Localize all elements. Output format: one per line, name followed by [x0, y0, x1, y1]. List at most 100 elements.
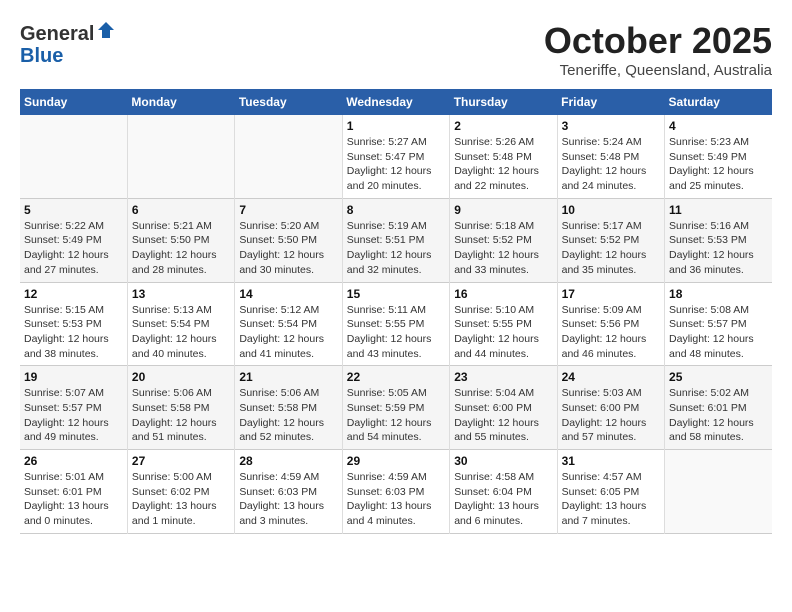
day-info: Sunrise: 5:18 AM Sunset: 5:52 PM Dayligh…: [454, 219, 552, 278]
calendar-cell: [665, 450, 772, 534]
calendar-cell: 25Sunrise: 5:02 AM Sunset: 6:01 PM Dayli…: [665, 366, 772, 450]
day-number: 1: [347, 119, 445, 133]
day-info: Sunrise: 5:19 AM Sunset: 5:51 PM Dayligh…: [347, 219, 445, 278]
day-info: Sunrise: 5:06 AM Sunset: 5:58 PM Dayligh…: [239, 386, 337, 445]
day-number: 4: [669, 119, 768, 133]
calendar-week-5: 26 Sunrise: 5:01 AM Sunset: 6:01 PM Dayli…: [20, 450, 772, 534]
logo-blue: Blue: [20, 45, 63, 67]
calendar-cell: [20, 115, 127, 198]
day-info: Sunrise: 5:24 AM Sunset: 5:48 PM Dayligh…: [562, 135, 660, 194]
calendar-cell: 30 Sunrise: 4:58 AM Sunset: 6:04 PM Dayli…: [450, 450, 557, 534]
calendar-cell: 4 Sunrise: 5:23 AM Sunset: 5:49 PM Daylig…: [665, 115, 772, 198]
weekday-thursday: Thursday: [450, 89, 557, 115]
calendar-cell: 14 Sunrise: 5:12 AM Sunset: 5:54 PM Dayli…: [235, 282, 342, 366]
day-info: Sunrise: 5:15 AM Sunset: 5:53 PM Dayligh…: [24, 303, 123, 362]
day-info: Sunrise: 5:22 AM Sunset: 5:49 PM Dayligh…: [24, 219, 123, 278]
calendar-cell: 2Sunrise: 5:26 AM Sunset: 5:48 PM Daylig…: [450, 115, 557, 198]
calendar-cell: 26 Sunrise: 5:01 AM Sunset: 6:01 PM Dayli…: [20, 450, 127, 534]
day-info: Sunrise: 5:04 AM Sunset: 6:00 PM Dayligh…: [454, 386, 552, 445]
calendar-cell: 8Sunrise: 5:19 AM Sunset: 5:51 PM Daylig…: [342, 198, 449, 282]
calendar-cell: 5 Sunrise: 5:22 AM Sunset: 5:49 PM Daylig…: [20, 198, 127, 282]
day-info: Sunrise: 5:12 AM Sunset: 5:54 PM Dayligh…: [239, 303, 337, 362]
day-number: 25: [669, 370, 768, 384]
calendar-header: SundayMondayTuesdayWednesdayThursdayFrid…: [20, 89, 772, 115]
day-number: 10: [562, 203, 660, 217]
calendar-cell: 16 Sunrise: 5:10 AM Sunset: 5:55 PM Dayli…: [450, 282, 557, 366]
day-number: 20: [132, 370, 230, 384]
day-info: Sunrise: 5:05 AM Sunset: 5:59 PM Dayligh…: [347, 386, 445, 445]
day-info: Sunrise: 5:06 AM Sunset: 5:58 PM Dayligh…: [132, 386, 230, 445]
day-number: 14: [239, 287, 337, 301]
day-number: 22: [347, 370, 445, 384]
day-number: 7: [239, 203, 337, 217]
calendar-cell: 13 Sunrise: 5:13 AM Sunset: 5:54 PM Dayli…: [127, 282, 234, 366]
day-info: Sunrise: 5:08 AM Sunset: 5:57 PM Dayligh…: [669, 303, 768, 362]
day-info: Sunrise: 5:23 AM Sunset: 5:49 PM Dayligh…: [669, 135, 768, 194]
calendar-week-4: 19 Sunrise: 5:07 AM Sunset: 5:57 PM Dayli…: [20, 366, 772, 450]
day-number: 2: [454, 119, 552, 133]
day-number: 19: [24, 370, 123, 384]
calendar-cell: 20 Sunrise: 5:06 AM Sunset: 5:58 PM Dayli…: [127, 366, 234, 450]
weekday-saturday: Saturday: [665, 89, 772, 115]
calendar-cell: 27Sunrise: 5:00 AM Sunset: 6:02 PM Dayli…: [127, 450, 234, 534]
day-number: 24: [562, 370, 660, 384]
day-number: 23: [454, 370, 552, 384]
day-number: 18: [669, 287, 768, 301]
weekday-tuesday: Tuesday: [235, 89, 342, 115]
calendar-table: SundayMondayTuesdayWednesdayThursdayFrid…: [20, 89, 772, 534]
day-info: Sunrise: 5:17 AM Sunset: 5:52 PM Dayligh…: [562, 219, 660, 278]
day-number: 13: [132, 287, 230, 301]
calendar-body: 1Sunrise: 5:27 AM Sunset: 5:47 PM Daylig…: [20, 115, 772, 533]
calendar-cell: 7 Sunrise: 5:20 AM Sunset: 5:50 PM Daylig…: [235, 198, 342, 282]
day-info: Sunrise: 4:58 AM Sunset: 6:04 PM Dayligh…: [454, 470, 552, 529]
logo-general: General: [20, 23, 94, 45]
day-info: Sunrise: 5:13 AM Sunset: 5:54 PM Dayligh…: [132, 303, 230, 362]
calendar-cell: 11Sunrise: 5:16 AM Sunset: 5:53 PM Dayli…: [665, 198, 772, 282]
calendar-cell: 24 Sunrise: 5:03 AM Sunset: 6:00 PM Dayli…: [557, 366, 664, 450]
day-number: 16: [454, 287, 552, 301]
calendar-cell: 29 Sunrise: 4:59 AM Sunset: 6:03 PM Dayli…: [342, 450, 449, 534]
logo: General Blue: [20, 20, 116, 67]
location: Teneriffe, Queensland, Australia: [544, 62, 772, 79]
day-info: Sunrise: 4:59 AM Sunset: 6:03 PM Dayligh…: [347, 470, 445, 529]
calendar-cell: 3Sunrise: 5:24 AM Sunset: 5:48 PM Daylig…: [557, 115, 664, 198]
day-info: Sunrise: 5:20 AM Sunset: 5:50 PM Dayligh…: [239, 219, 337, 278]
calendar-cell: 23 Sunrise: 5:04 AM Sunset: 6:00 PM Dayli…: [450, 366, 557, 450]
calendar-cell: 31 Sunrise: 4:57 AM Sunset: 6:05 PM Dayli…: [557, 450, 664, 534]
weekday-wednesday: Wednesday: [342, 89, 449, 115]
day-info: Sunrise: 5:10 AM Sunset: 5:55 PM Dayligh…: [454, 303, 552, 362]
page-header: General Blue October 2025 Teneriffe, Que…: [20, 20, 772, 79]
calendar-cell: 9Sunrise: 5:18 AM Sunset: 5:52 PM Daylig…: [450, 198, 557, 282]
day-info: Sunrise: 5:21 AM Sunset: 5:50 PM Dayligh…: [132, 219, 230, 278]
weekday-monday: Monday: [127, 89, 234, 115]
day-info: Sunrise: 5:07 AM Sunset: 5:57 PM Dayligh…: [24, 386, 123, 445]
day-number: 30: [454, 454, 552, 468]
day-number: 17: [562, 287, 660, 301]
weekday-friday: Friday: [557, 89, 664, 115]
day-number: 15: [347, 287, 445, 301]
day-info: Sunrise: 5:11 AM Sunset: 5:55 PM Dayligh…: [347, 303, 445, 362]
calendar-cell: 10 Sunrise: 5:17 AM Sunset: 5:52 PM Dayli…: [557, 198, 664, 282]
day-number: 11: [669, 203, 768, 217]
calendar-cell: 28Sunrise: 4:59 AM Sunset: 6:03 PM Dayli…: [235, 450, 342, 534]
calendar-week-3: 12 Sunrise: 5:15 AM Sunset: 5:53 PM Dayli…: [20, 282, 772, 366]
day-number: 6: [132, 203, 230, 217]
calendar-week-1: 1Sunrise: 5:27 AM Sunset: 5:47 PM Daylig…: [20, 115, 772, 198]
day-info: Sunrise: 5:00 AM Sunset: 6:02 PM Dayligh…: [132, 470, 230, 529]
calendar-cell: 17Sunrise: 5:09 AM Sunset: 5:56 PM Dayli…: [557, 282, 664, 366]
calendar-cell: 21 Sunrise: 5:06 AM Sunset: 5:58 PM Dayli…: [235, 366, 342, 450]
day-info: Sunrise: 5:01 AM Sunset: 6:01 PM Dayligh…: [24, 470, 123, 529]
day-info: Sunrise: 4:57 AM Sunset: 6:05 PM Dayligh…: [562, 470, 660, 529]
day-number: 12: [24, 287, 123, 301]
calendar-cell: 22 Sunrise: 5:05 AM Sunset: 5:59 PM Dayli…: [342, 366, 449, 450]
logo-icon: [96, 20, 116, 40]
calendar-cell: 18 Sunrise: 5:08 AM Sunset: 5:57 PM Dayli…: [665, 282, 772, 366]
day-number: 5: [24, 203, 123, 217]
day-info: Sunrise: 5:03 AM Sunset: 6:00 PM Dayligh…: [562, 386, 660, 445]
day-number: 31: [562, 454, 660, 468]
day-number: 21: [239, 370, 337, 384]
calendar-week-2: 5 Sunrise: 5:22 AM Sunset: 5:49 PM Daylig…: [20, 198, 772, 282]
day-number: 26: [24, 454, 123, 468]
weekday-sunday: Sunday: [20, 89, 127, 115]
day-number: 29: [347, 454, 445, 468]
